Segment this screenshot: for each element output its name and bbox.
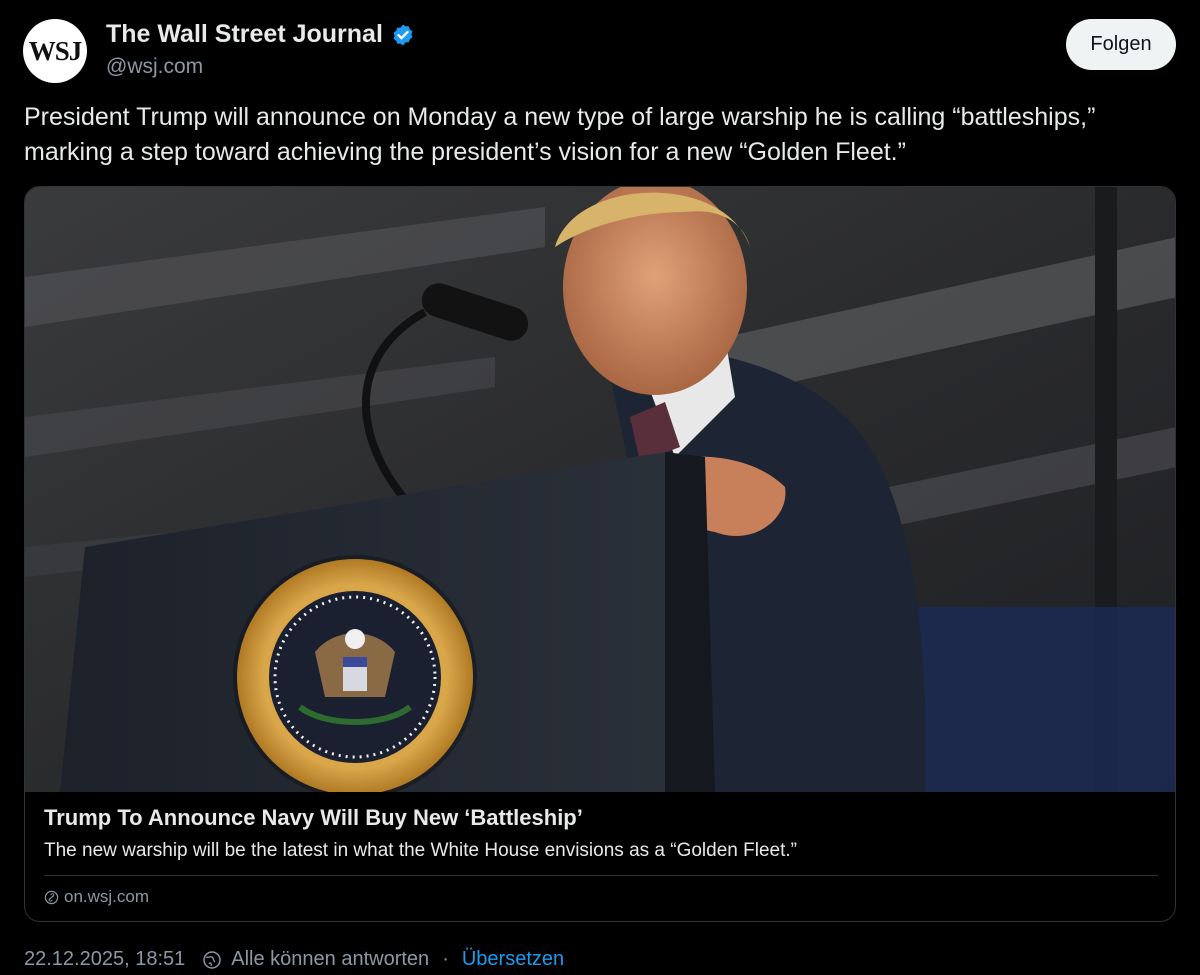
card-domain-row[interactable]: on.wsj.com: [44, 887, 149, 907]
card-title[interactable]: Trump To Announce Navy Will Buy New ‘Bat…: [44, 805, 583, 831]
reply-setting[interactable]: Alle können antworten: [231, 948, 429, 971]
card-description: The new warship will be the latest in wh…: [44, 840, 797, 861]
avatar-logo-text: WSJ: [28, 35, 83, 66]
card-divider: [44, 875, 1158, 876]
post-footer: 22.12.2025, 18:51 Alle können antworten …: [24, 948, 564, 971]
translate-link[interactable]: Übersetzen: [462, 948, 564, 971]
link-card[interactable]: Trump To Announce Navy Will Buy New ‘Bat…: [24, 186, 1176, 922]
card-image[interactable]: [25, 187, 1176, 792]
presidential-seal: [233, 555, 477, 792]
post-timestamp[interactable]: 22.12.2025, 18:51: [24, 948, 185, 971]
footer-separator: ·: [442, 948, 449, 970]
post: WSJ The Wall Street Journal @wsj.com Fol…: [0, 0, 1200, 975]
link-icon: [44, 890, 59, 904]
follow-button[interactable]: Folgen: [1066, 19, 1176, 70]
account-handle[interactable]: @wsj.com: [106, 55, 203, 79]
avatar[interactable]: WSJ: [23, 19, 87, 83]
verified-badge-icon: [393, 24, 413, 45]
card-domain: on.wsj.com: [64, 887, 150, 906]
post-text: President Trump will announce on Monday …: [24, 103, 1096, 166]
account-name[interactable]: The Wall Street Journal: [106, 20, 383, 49]
account-name-row[interactable]: The Wall Street Journal: [106, 20, 415, 49]
globe-icon: [203, 950, 222, 969]
